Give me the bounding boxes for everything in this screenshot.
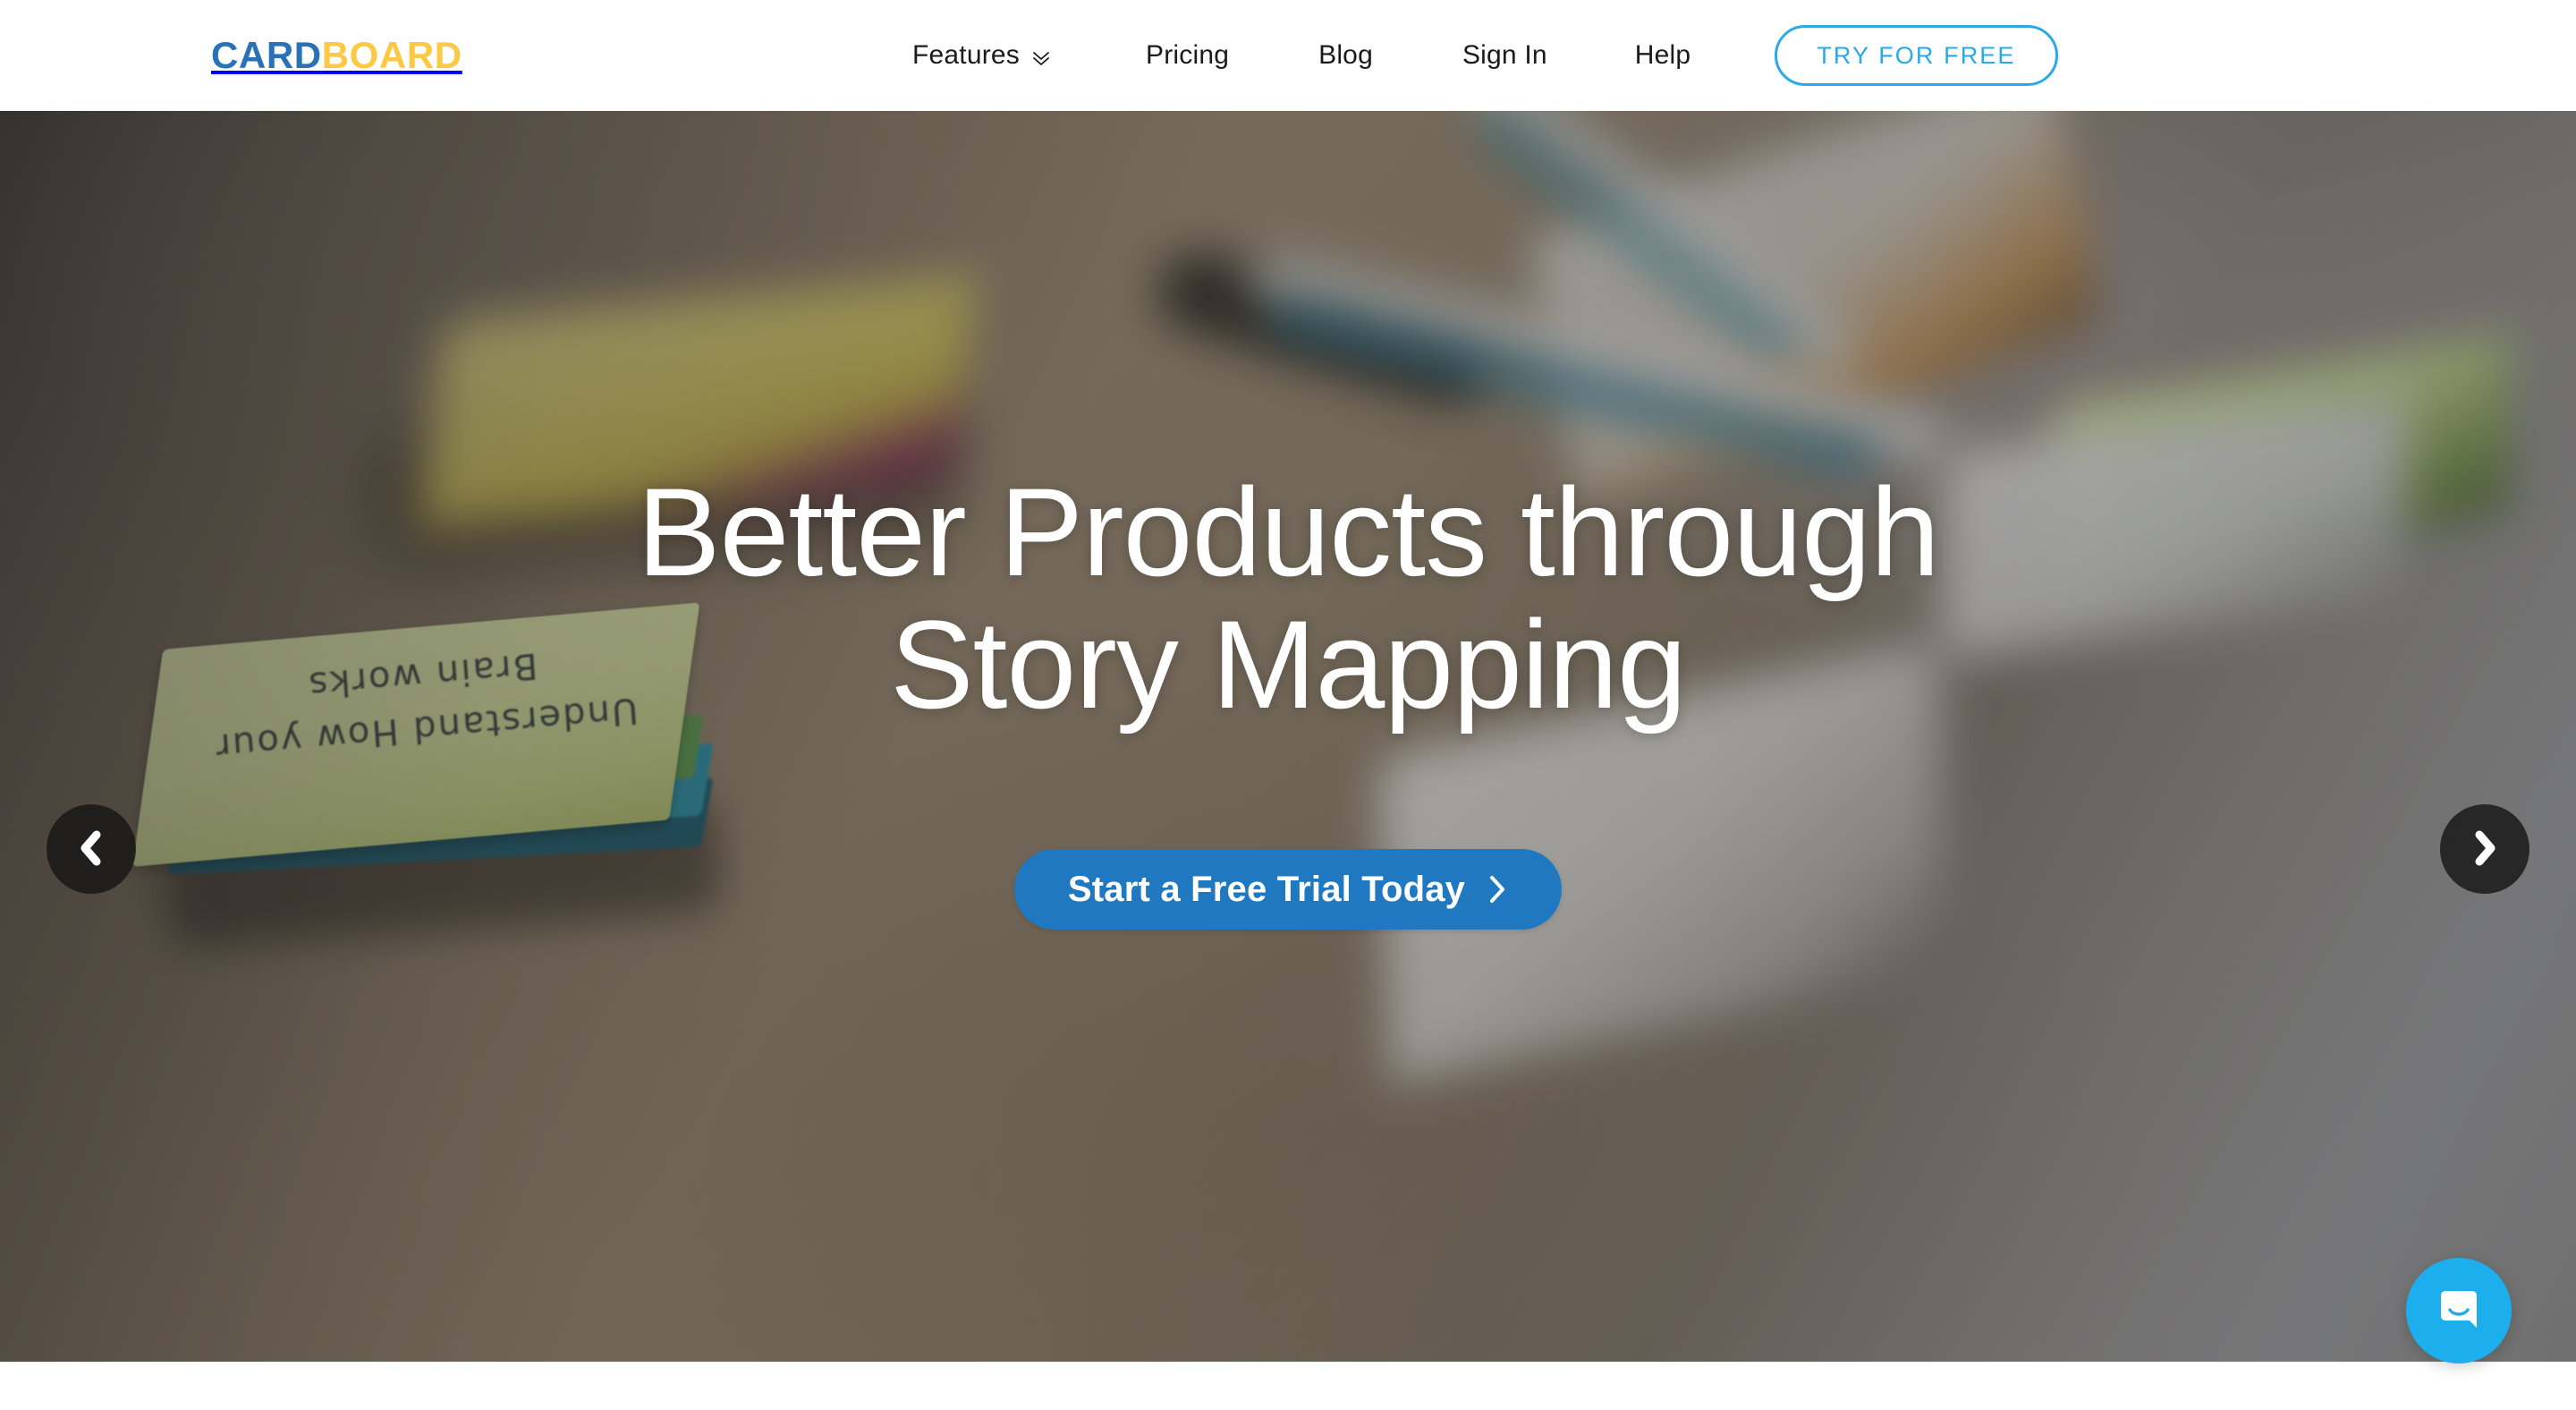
- nav-link-sign-in[interactable]: Sign In: [1462, 40, 1547, 71]
- header-inner: CARDBOARD Features Pricing Blog Sign In …: [0, 0, 2576, 111]
- hero-headline: Better Products through Story Mapping: [637, 465, 1940, 735]
- logo-text-board: BOARD: [321, 34, 462, 76]
- nav-link-help[interactable]: Help: [1635, 40, 1691, 71]
- start-free-trial-button[interactable]: Start a Free Trial Today: [1013, 849, 1563, 930]
- nav-item-blog[interactable]: Blog: [1318, 40, 1373, 71]
- nav-item-features[interactable]: Features: [912, 40, 1051, 71]
- carousel-next-button[interactable]: [2440, 804, 2529, 894]
- try-for-free-button[interactable]: TRY FOR FREE: [1775, 25, 2058, 86]
- nav-link-features[interactable]: Features: [912, 40, 1051, 71]
- chat-bubble-icon: [2430, 1281, 2487, 1341]
- nav-link-pricing[interactable]: Pricing: [1146, 40, 1229, 71]
- nav-link-blog[interactable]: Blog: [1318, 40, 1373, 71]
- chevron-right-icon: [1487, 874, 1508, 905]
- site-header: CARDBOARD Features Pricing Blog Sign In …: [0, 0, 2576, 111]
- chevron-right-icon: [2467, 828, 2503, 871]
- hero-headline-line-2: Story Mapping: [890, 594, 1687, 735]
- page-bottom-band: [0, 1362, 2576, 1410]
- hero-section: Understand How your Brain works Better P…: [0, 111, 2576, 1362]
- start-free-trial-label: Start a Free Trial Today: [1067, 869, 1466, 909]
- hero-headline-line-1: Better Products through: [637, 461, 1940, 602]
- nav-item-help[interactable]: Help: [1635, 40, 1691, 71]
- carousel-previous-button[interactable]: [47, 804, 136, 894]
- logo-cardboard[interactable]: CARDBOARD: [211, 37, 462, 74]
- hero-content: Better Products through Story Mapping St…: [0, 111, 2576, 1362]
- chat-launcher-button[interactable]: [2406, 1258, 2512, 1363]
- nav-item-sign-in[interactable]: Sign In: [1462, 40, 1547, 71]
- nav-label-features: Features: [912, 40, 1020, 70]
- logo-text-card: CARD: [211, 34, 322, 76]
- nav-item-pricing[interactable]: Pricing: [1146, 40, 1229, 71]
- chevron-left-icon: [73, 828, 109, 871]
- chevrons-down-icon: [1031, 48, 1051, 68]
- main-navigation: Features Pricing Blog Sign In Help TRY F…: [912, 25, 2058, 86]
- page-root: CARDBOARD Features Pricing Blog Sign In …: [0, 0, 2576, 1410]
- hero-cta-wrapper: Start a Free Trial Today: [1013, 849, 1563, 930]
